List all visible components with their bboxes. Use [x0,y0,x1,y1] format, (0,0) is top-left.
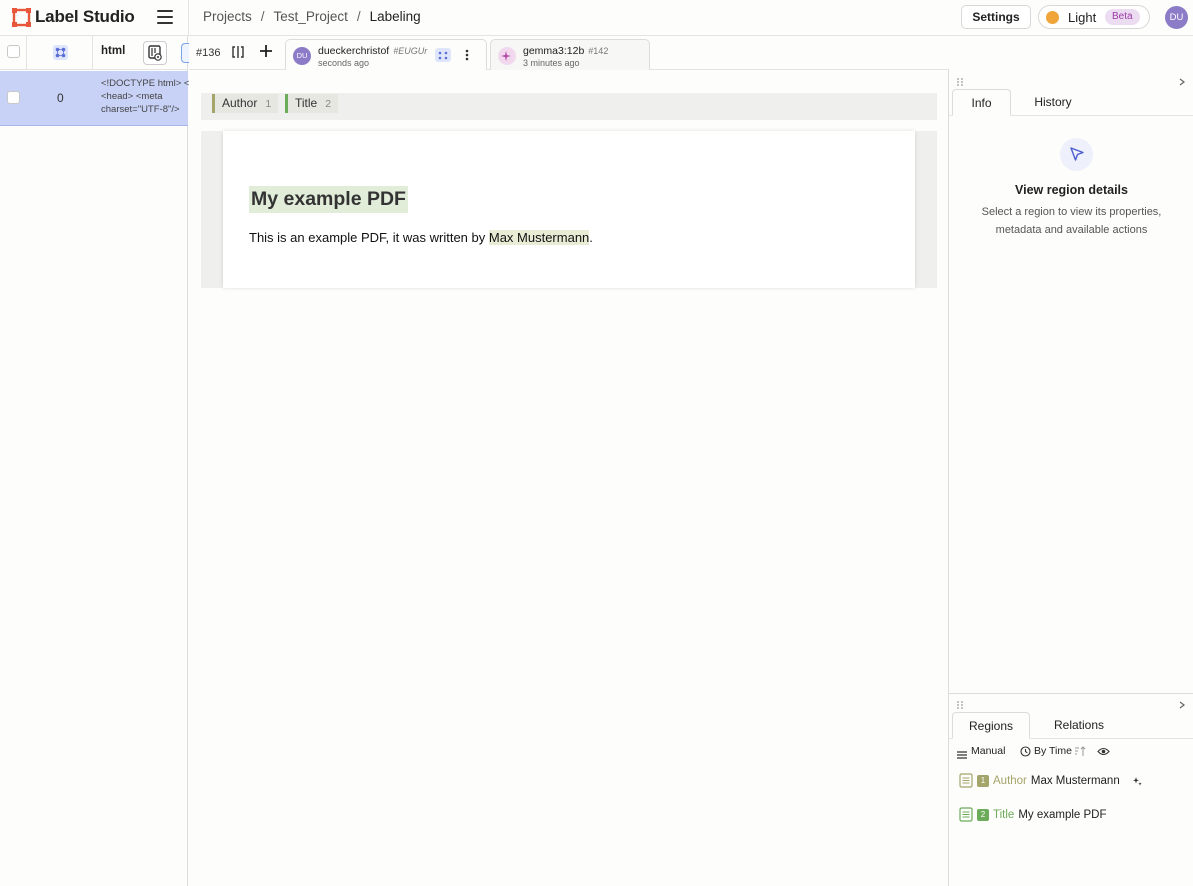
region-text: Max Mustermann [1030,774,1120,787]
beta-badge: Beta [1105,9,1140,25]
annotation-tab-active[interactable]: DU dueckerchristof #EUGUr seconds ago [285,39,487,70]
annotation-time: seconds ago [318,58,370,68]
label-author[interactable]: Author 1 [212,94,278,113]
cursor-icon [1060,138,1093,171]
html-line: charset="UTF-8"/> [101,104,180,115]
select-all-checkbox[interactable] [7,45,20,58]
annotator-username: dueckerchristof [318,45,390,57]
model-name: gemma3:12b [523,45,585,57]
task-id: #136 [196,47,221,59]
collapse-chevron-icon[interactable] [1178,75,1186,86]
document-title-region[interactable]: My example PDF [249,186,408,213]
tab-history[interactable]: History [1020,89,1086,116]
top-bar: Label Studio Projects / Test_Project / L… [0,0,1193,36]
region-label: Title [993,808,1015,821]
breadcrumb-project[interactable]: Test_Project [274,9,348,24]
user-avatar[interactable]: DU [1165,6,1188,29]
html-line: <!DOCTYPE html> < [101,78,190,89]
region-index-badge: 1 [977,774,989,787]
label-title[interactable]: Title 2 [285,94,338,113]
column-divider [26,36,27,70]
tab-info[interactable]: Info [952,89,1011,116]
region-label: Author [993,774,1027,787]
label-hotkey: 2 [325,98,332,110]
annotation-hash: #EUGUr [393,46,428,56]
drag-handle-icon[interactable] [956,698,964,709]
regions-tabs: Regions Relations [949,712,1193,739]
author-region[interactable]: Max Mustermann [488,230,590,245]
document-viewer: My example PDF This is an example PDF, i… [201,131,937,288]
text-region-icon [959,773,973,788]
clock-icon [1020,745,1031,757]
side-panel: Info History View region details Select … [948,70,1193,886]
row-annotation-count: 0 [57,91,64,105]
breadcrumb-separator: / [260,9,265,24]
prediction-time: 3 minutes ago [523,58,580,68]
annotation-tabs: #136 DU dueckerchristof #EUGUr seconds ag… [189,36,949,70]
data-manager-panel: html 0 <!DOCTYPE html> < <head> <meta ch… [0,36,191,886]
preview-toggle-icon[interactable] [143,41,167,65]
table-header: html [0,36,189,70]
logo[interactable]: Label Studio [12,7,135,27]
sun-icon [1046,11,1059,24]
eye-icon[interactable] [1097,745,1110,756]
sort-by-time-button[interactable]: By Time [1034,745,1072,757]
row-checkbox[interactable] [7,91,20,104]
labels-toolbar: Author 1 Title 2 [201,93,937,120]
settings-button[interactable]: Settings [961,5,1031,29]
annotations-column-icon[interactable] [53,45,68,60]
label-hotkey: 1 [265,98,272,110]
annotation-tab-prediction[interactable]: gemma3:12b #142 3 minutes ago [490,39,650,70]
sort-order-icon[interactable] [1074,745,1086,756]
collapse-chevron-icon[interactable] [1178,698,1186,709]
panel-divider [949,693,1193,694]
column-header-html[interactable]: html [101,45,125,57]
drag-handle-icon[interactable] [956,75,964,86]
tab-relations[interactable]: Relations [1041,712,1117,739]
group-list-icon[interactable] [957,747,967,759]
prediction-hash: #142 [588,46,609,56]
tab-regions[interactable]: Regions [952,712,1030,739]
region-item[interactable]: 2 Title My example PDF [959,807,1107,822]
label-name: Author [222,96,258,110]
body-text: This is an example PDF, it was written b… [249,230,489,245]
table-row[interactable]: 0 <!DOCTYPE html> < <head> <meta charset… [0,71,191,126]
annotator-name: dueckerchristof #EUGUr [318,45,427,57]
document-body[interactable]: This is an example PDF, it was written b… [249,230,593,245]
document-page[interactable]: My example PDF This is an example PDF, i… [223,131,915,288]
row-html-preview: <!DOCTYPE html> < <head> <meta charset="… [101,77,191,116]
region-text: My example PDF [1018,808,1107,821]
theme-toggle[interactable]: Light Beta [1038,5,1150,29]
app-name: Label Studio [35,7,135,26]
annotator-avatar: DU [293,47,311,65]
theme-label: Light [1068,10,1097,25]
breadcrumb-projects[interactable]: Projects [203,9,252,24]
breadcrumb-current: Labeling [369,9,421,24]
region-details-description: Select a region to view its properties, … [981,206,1162,236]
breadcrumb: Projects / Test_Project / Labeling [203,9,421,24]
region-details-title: View region details [1014,183,1128,197]
menu-icon[interactable] [157,10,173,24]
region-item[interactable]: 1 Author Max Mustermann [959,773,1142,788]
ai-sparkle-icon [1132,776,1142,786]
add-annotation-icon[interactable] [259,44,273,58]
label-name: Title [295,96,318,110]
group-manual-button[interactable]: Manual [971,745,1005,757]
region-index-badge: 2 [977,808,989,821]
html-line: <head> <meta [101,91,163,102]
annotation-type-icon [435,48,451,62]
text-region-icon [959,807,973,822]
more-options-icon[interactable] [464,48,470,62]
info-tabs: Info History [949,89,1193,116]
split-view-icon[interactable] [231,45,245,59]
column-settings-button[interactable] [181,43,189,63]
divider [188,0,189,36]
label-studio-logo-icon [12,7,31,27]
prediction-name: gemma3:12b #142 [523,45,608,57]
sparkle-icon [498,47,516,65]
column-divider [92,36,93,70]
body-text-end: . [589,230,593,245]
breadcrumb-separator: / [356,9,361,24]
